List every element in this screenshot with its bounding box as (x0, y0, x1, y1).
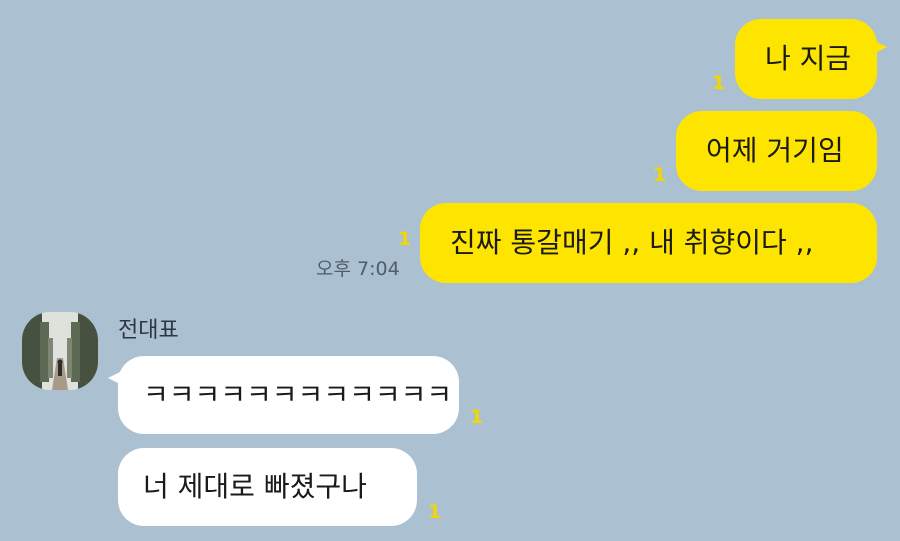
message-text: 나 지금 (765, 42, 852, 75)
message-text: 어제 거기임 (706, 134, 844, 167)
unread-count: 1 (470, 406, 484, 428)
outgoing-message[interactable]: 어제 거기임 (676, 111, 877, 191)
chat-room: 나 지금 1 어제 거기임 1 진짜 통갈매기 ,, 내 취향이다 ,, 1 오… (0, 0, 900, 541)
incoming-message[interactable]: ㅋㅋㅋㅋㅋㅋㅋㅋㅋㅋㅋㅋ (108, 356, 459, 434)
message-text: ㅋㅋㅋㅋㅋㅋㅋㅋㅋㅋㅋㅋ (143, 378, 453, 411)
incoming-message[interactable]: 너 제대로 빠졌구나 (118, 448, 417, 526)
profile-photo-forest-path-icon (22, 312, 98, 390)
unread-count: 1 (653, 164, 667, 186)
unread-count: 1 (428, 501, 442, 523)
unread-count: 1 (398, 228, 412, 250)
outgoing-message[interactable]: 진짜 통갈매기 ,, 내 취향이다 ,, (420, 203, 877, 283)
sender-name: 전대표 (118, 318, 179, 343)
message-text: 너 제대로 빠졌구나 (143, 470, 367, 503)
unread-count: 1 (712, 72, 726, 94)
message-text: 진짜 통갈매기 ,, 내 취향이다 ,, (450, 226, 814, 259)
message-timestamp: 오후 7:04 (316, 258, 400, 280)
sender-avatar[interactable] (22, 312, 98, 390)
outgoing-message[interactable]: 나 지금 (735, 19, 887, 99)
